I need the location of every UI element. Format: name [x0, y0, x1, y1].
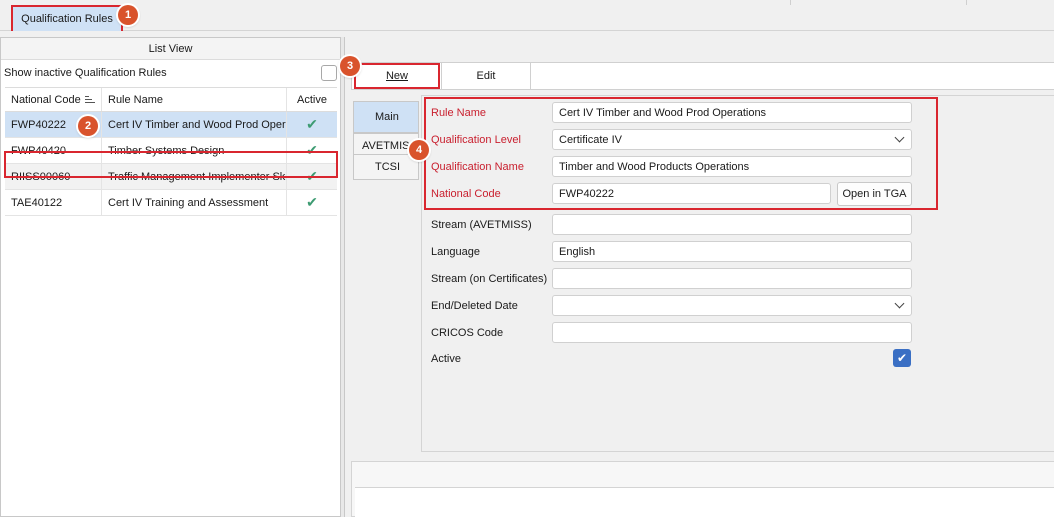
- check-icon: ✔: [306, 142, 318, 158]
- qualification-rules-grid: National Code Rule Name Active FWP40222 …: [5, 87, 337, 216]
- column-header-active[interactable]: Active: [287, 88, 337, 111]
- national-code-field[interactable]: FWP40222: [552, 183, 831, 204]
- open-in-tga-button[interactable]: Open in TGA: [837, 182, 912, 206]
- table-row[interactable]: FWP40420 Timber Systems Design ✔: [5, 138, 337, 164]
- show-inactive-checkbox[interactable]: [321, 65, 337, 81]
- main-form: Rule Name Cert IV Timber and Wood Prod O…: [409, 95, 1054, 452]
- table-row[interactable]: RIISS00060 Traffic Management Implemente…: [5, 164, 337, 190]
- list-view-header: List View: [1, 38, 340, 60]
- stream-avetmiss-label: Stream (AVETMISS): [431, 219, 532, 231]
- qualification-level-label: Qualification Level: [431, 134, 521, 146]
- end-deleted-date-picker[interactable]: [552, 295, 912, 316]
- step-badge-1: 1: [118, 5, 138, 25]
- new-button[interactable]: New: [354, 63, 440, 89]
- step-badge-4: 4: [409, 140, 429, 160]
- national-code-label: National Code: [431, 188, 501, 200]
- tab-tcsi[interactable]: TCSI: [353, 154, 419, 180]
- check-icon: ✔: [306, 194, 318, 210]
- divider: [790, 0, 791, 5]
- rule-name-cell: Timber Systems Design: [102, 138, 287, 163]
- sort-ascending-icon: [84, 95, 95, 104]
- table-row[interactable]: FWP40222 Cert IV Timber and Wood Prod Op…: [5, 112, 337, 138]
- rule-name-cell: Cert IV Training and Assessment: [102, 190, 287, 215]
- active-label: Active: [431, 353, 461, 365]
- rule-name-field[interactable]: Cert IV Timber and Wood Prod Operations: [552, 102, 912, 123]
- divider: [966, 0, 967, 5]
- qualification-name-field[interactable]: Timber and Wood Products Operations: [552, 156, 912, 177]
- column-header-rule-name[interactable]: Rule Name: [102, 88, 287, 111]
- tab-main[interactable]: Main: [353, 101, 419, 133]
- detail-panel: New Edit 3 Main AVETMISS TCSI Rule Name …: [340, 37, 1054, 517]
- rule-name-cell: Traffic Management Implementer Skill Set: [102, 164, 287, 189]
- rule-name-cell: Cert IV Timber and Wood Prod Operations: [102, 112, 287, 137]
- list-view-panel: List View Show inactive Qualification Ru…: [0, 37, 341, 517]
- grid-header-row: National Code Rule Name Active: [5, 87, 337, 112]
- check-icon: ✔: [896, 351, 908, 365]
- check-icon: ✔: [306, 168, 318, 184]
- cricos-code-field[interactable]: [552, 322, 912, 343]
- stream-certificates-field[interactable]: [552, 268, 912, 289]
- step-badge-2: 2: [78, 116, 98, 136]
- qualification-name-label: Qualification Name: [431, 161, 524, 173]
- column-header-national-code[interactable]: National Code: [5, 88, 102, 111]
- active-checkbox[interactable]: ✔: [893, 349, 911, 367]
- tab-label: Qualification Rules: [21, 13, 113, 25]
- language-field[interactable]: English: [552, 241, 912, 262]
- qualification-level-select[interactable]: Certificate IV: [552, 129, 912, 150]
- check-icon: ✔: [306, 116, 318, 132]
- cricos-code-label: CRICOS Code: [431, 327, 504, 339]
- national-code-cell: RIISS00060: [5, 164, 102, 189]
- national-code-cell: TAE40122: [5, 190, 102, 215]
- national-code-cell: FWP40420: [5, 138, 102, 163]
- edit-button[interactable]: Edit: [441, 63, 531, 89]
- document-tab-strip: [0, 0, 1054, 31]
- chevron-down-icon: [894, 298, 905, 309]
- end-deleted-date-label: End/Deleted Date: [431, 300, 518, 312]
- stream-avetmiss-field[interactable]: [552, 214, 912, 235]
- bottom-panel-content: [355, 487, 1054, 517]
- language-label: Language: [431, 246, 480, 258]
- rule-name-label: Rule Name: [431, 107, 487, 119]
- table-row[interactable]: TAE40122 Cert IV Training and Assessment…: [5, 190, 337, 216]
- show-inactive-label: Show inactive Qualification Rules: [4, 67, 167, 79]
- chevron-down-icon: [894, 132, 905, 143]
- tab-qualification-rules[interactable]: Qualification Rules: [11, 5, 123, 31]
- step-badge-3: 3: [340, 56, 360, 76]
- stream-certificates-label: Stream (on Certificates): [431, 273, 548, 285]
